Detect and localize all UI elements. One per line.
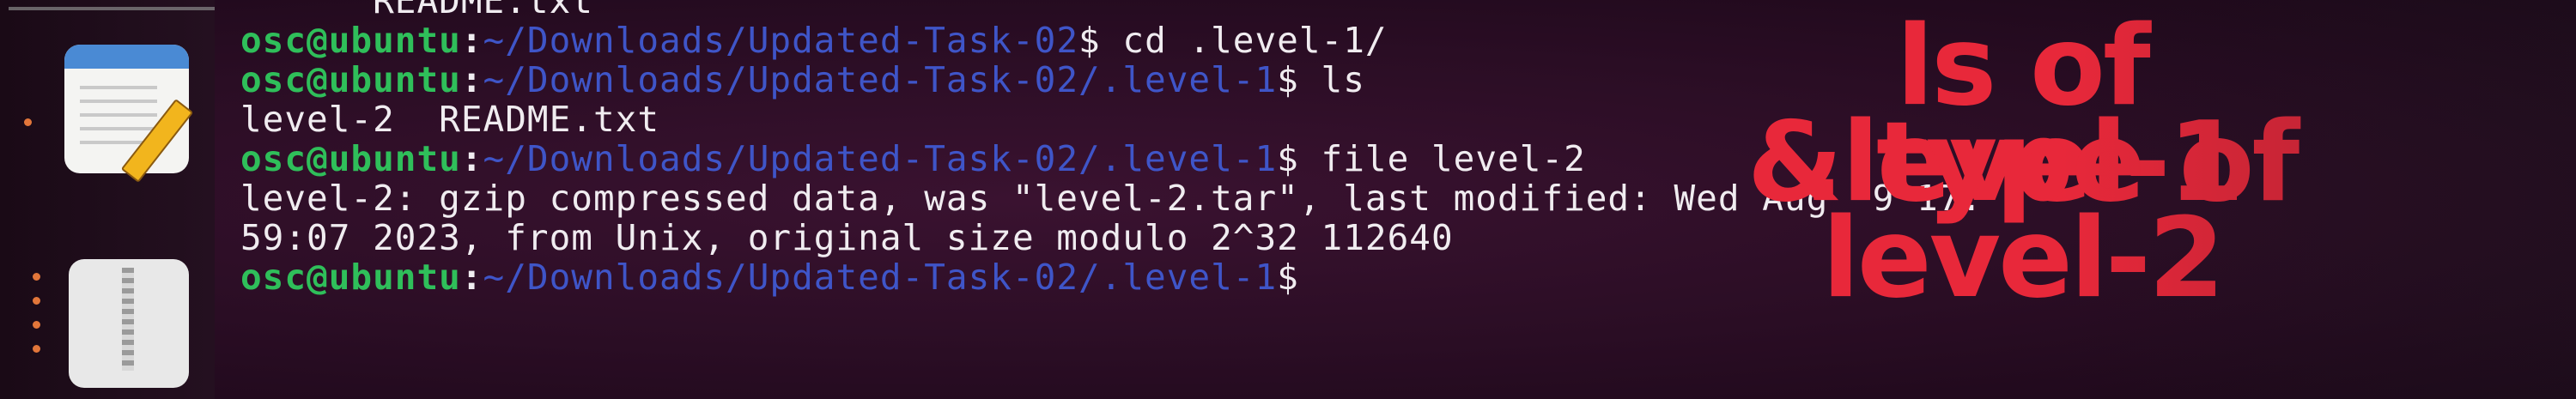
prompt-user: osc@ubuntu xyxy=(240,138,461,179)
annotation-overlay: ls of .level-1 & type of level-2 xyxy=(1696,12,2348,314)
prompt-dollar: $ xyxy=(1277,257,1321,298)
prompt-path: ~/Downloads/Updated-Task-02/.level-1 xyxy=(483,138,1278,179)
dock xyxy=(0,0,215,399)
prompt-dollar: $ xyxy=(1277,59,1321,100)
prompt-colon: : xyxy=(460,20,483,61)
text-editor-icon[interactable] xyxy=(64,45,194,183)
command-text: file level-2 xyxy=(1321,138,1586,179)
prompt-path: ~/Downloads/Updated-Task-02 xyxy=(483,20,1079,61)
zipper-icon xyxy=(122,268,134,371)
archive-manager-icon[interactable] xyxy=(69,259,189,388)
prompt-path: ~/Downloads/Updated-Task-02/.level-1 xyxy=(483,257,1278,298)
prompt-colon: : xyxy=(460,138,483,179)
text-editor-icon-header xyxy=(64,45,189,69)
running-indicator xyxy=(24,118,32,126)
running-indicator xyxy=(33,297,40,305)
running-indicator xyxy=(33,273,40,281)
terminal-output-line: README.txt xyxy=(240,0,593,21)
prompt-user: osc@ubuntu xyxy=(240,20,461,61)
prompt-user: osc@ubuntu xyxy=(240,59,461,100)
prompt-colon: : xyxy=(460,257,483,298)
running-indicator xyxy=(33,345,40,353)
running-indicator xyxy=(33,321,40,329)
prompt-user: osc@ubuntu xyxy=(240,257,461,298)
prompt-dollar: $ xyxy=(1277,138,1321,179)
dock-divider xyxy=(9,7,215,10)
command-text: ls xyxy=(1321,59,1365,100)
command-text: cd .level-1/ xyxy=(1122,20,1388,61)
prompt-path: ~/Downloads/Updated-Task-02/.level-1 xyxy=(483,59,1278,100)
prompt-dollar: $ xyxy=(1078,20,1123,61)
prompt-colon: : xyxy=(460,59,483,100)
